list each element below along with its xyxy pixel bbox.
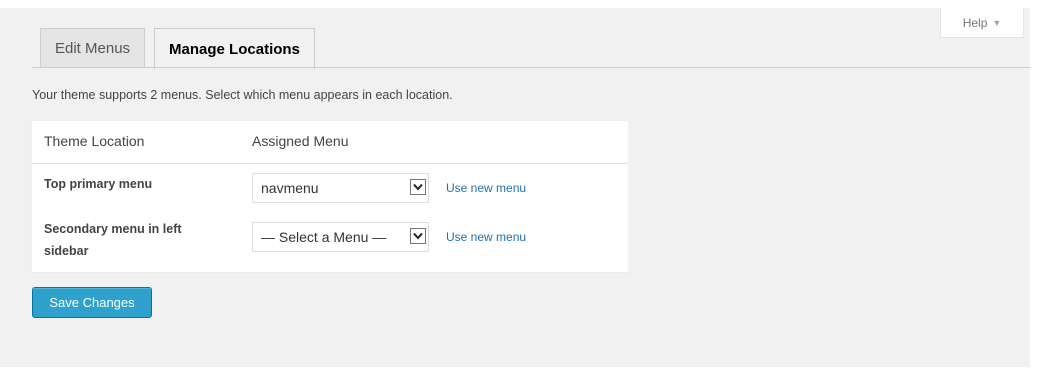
tab-edit-menus[interactable]: Edit Menus — [40, 28, 146, 68]
column-header-location: Theme Location — [44, 133, 145, 149]
tab-manage-locations-label: Manage Locations — [169, 40, 300, 58]
location-label-secondary: Secondary menu in left sidebar — [44, 222, 182, 258]
help-label: Help — [962, 15, 988, 30]
chevron-down-icon — [410, 179, 426, 195]
caret-down-icon: ▼ — [992, 17, 1002, 28]
menu-select-secondary[interactable]: — Select a Menu — — [252, 222, 429, 252]
help-tab[interactable]: Help ▼ — [940, 8, 1024, 38]
use-new-menu-link-secondary[interactable]: Use new menu — [446, 230, 526, 244]
location-label-top-primary: Top primary menu — [44, 177, 153, 191]
save-changes-button[interactable]: Save Changes — [32, 287, 152, 318]
menu-select-top-primary[interactable]: navmenu — [252, 173, 429, 203]
bottom-strip — [0, 367, 1042, 377]
menu-select-value: navmenu — [261, 180, 319, 196]
right-edge — [1030, 0, 1042, 377]
use-new-menu-link-top-primary[interactable]: Use new menu — [446, 181, 526, 195]
nav-tabs: Edit Menus Manage Locations — [40, 28, 315, 69]
tab-manage-locations[interactable]: Manage Locations — [154, 28, 315, 69]
menu-select-value: — Select a Menu — — [261, 229, 387, 245]
header-divider — [32, 163, 628, 164]
tab-divider — [32, 67, 1030, 68]
column-header-menu: Assigned Menu — [252, 133, 349, 149]
chevron-down-icon — [410, 228, 426, 244]
intro-text: Your theme supports 2 menus. Select whic… — [32, 88, 453, 102]
top-strip — [0, 0, 1042, 8]
locations-table: Theme Location Assigned Menu Top primary… — [32, 121, 628, 272]
tab-edit-menus-label: Edit Menus — [55, 40, 131, 57]
